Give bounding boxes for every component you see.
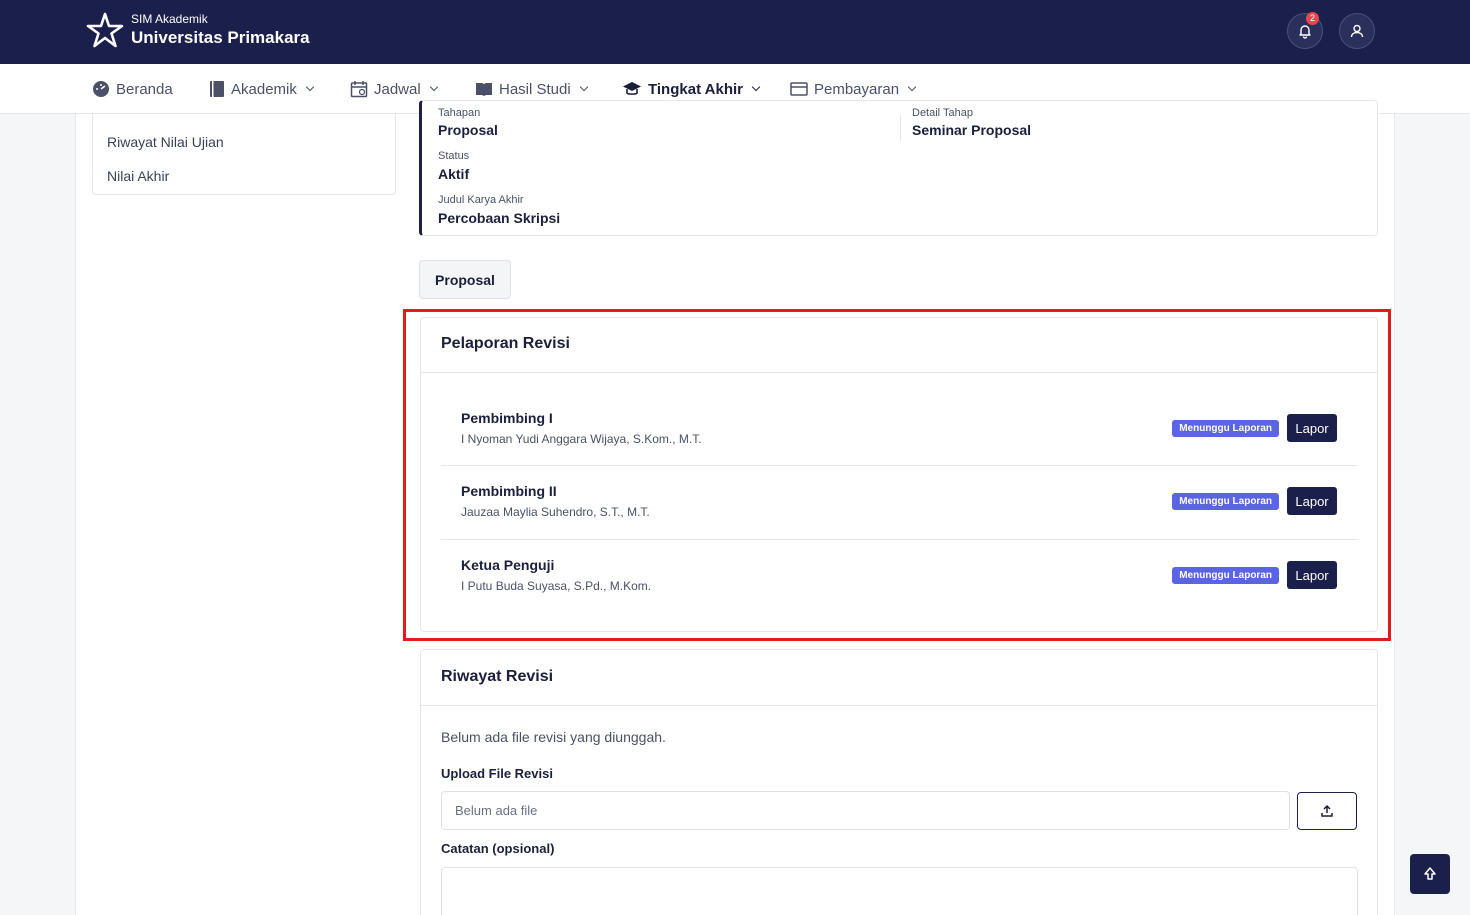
upload-icon — [1321, 804, 1333, 817]
detail-tahap-value: Seminar Proposal — [912, 122, 1032, 138]
empty-state-text: Belum ada file revisi yang diunggah. — [441, 729, 666, 745]
sidebar-link-riwayat-nilai-ujian[interactable]: Riwayat Nilai Ujian — [107, 134, 224, 150]
status-value: Aktif — [438, 166, 470, 182]
notification-badge: 2 — [1306, 12, 1319, 25]
calendar-icon — [350, 81, 368, 98]
nav-beranda[interactable]: Beranda — [92, 64, 173, 114]
nav-label: Akademik — [231, 80, 297, 98]
highlight-frame — [403, 309, 1391, 641]
upload-button[interactable] — [1297, 792, 1357, 830]
chevron-down-icon — [305, 82, 315, 92]
judul-label: Judul Karya Akhir — [438, 194, 524, 206]
brand-subtitle: SIM Akademik — [131, 12, 208, 26]
dashboard-icon — [93, 81, 109, 97]
university-logo-icon — [86, 12, 124, 48]
user-icon — [1350, 24, 1364, 38]
card-title: Riwayat Revisi — [441, 668, 554, 685]
catatan-label: Catatan (opsional) — [441, 841, 555, 856]
thesis-info-card: Tahapan Proposal Detail Tahap Seminar Pr… — [419, 100, 1378, 236]
bell-icon — [1299, 25, 1311, 39]
scroll-top-button[interactable] — [1410, 854, 1450, 894]
riwayat-revisi-card: Riwayat Revisi Belum ada file revisi yan… — [420, 649, 1378, 915]
catatan-textarea[interactable] — [441, 867, 1358, 915]
divider — [900, 115, 901, 141]
card-header: Riwayat Revisi — [421, 650, 1377, 706]
brand-title: Universitas Primakara — [131, 28, 310, 47]
book-icon — [210, 81, 224, 97]
profile-button[interactable] — [1339, 13, 1375, 49]
top-bar: SIM Akademik Universitas Primakara 2 — [0, 0, 1470, 64]
nav-akademik[interactable]: Akademik — [209, 64, 315, 114]
scroll-mask — [396, 64, 1396, 114]
sidebar-menu: Riwayat Nilai Ujian Nilai Akhir — [92, 114, 396, 195]
tahapan-value: Proposal — [438, 122, 498, 138]
file-input[interactable]: Belum ada file — [441, 791, 1290, 830]
upload-file-label: Upload File Revisi — [441, 766, 553, 781]
judul-value: Percobaan Skripsi — [438, 210, 561, 226]
notification-button[interactable]: 2 — [1287, 12, 1323, 49]
tab-proposal[interactable]: Proposal — [419, 260, 511, 299]
arrow-up-icon — [1424, 867, 1436, 880]
status-label: Status — [438, 150, 470, 162]
sidebar-link-nilai-akhir[interactable]: Nilai Akhir — [107, 168, 169, 184]
nav-label: Beranda — [116, 80, 173, 98]
